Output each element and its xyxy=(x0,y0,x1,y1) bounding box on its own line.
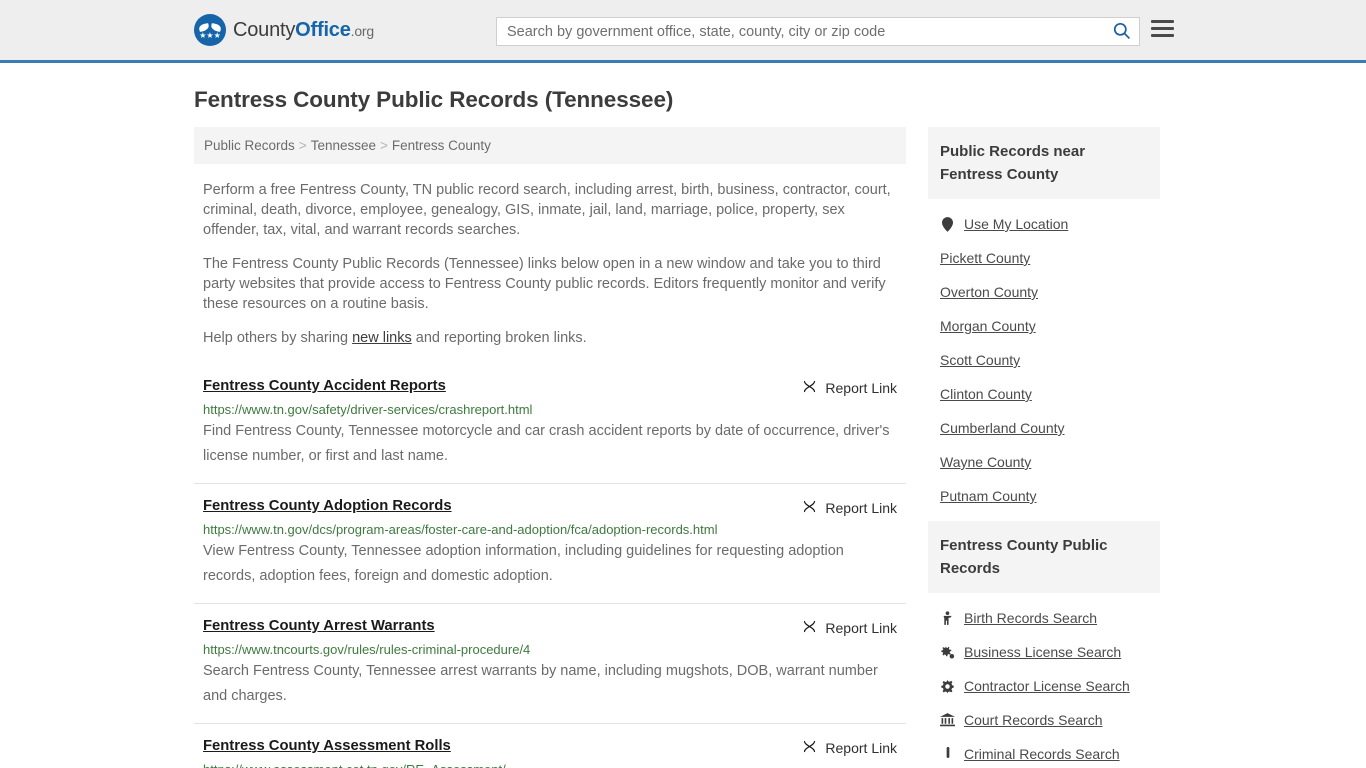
search-bar[interactable] xyxy=(496,17,1140,46)
results-list: Fentress County Accident Reports Report … xyxy=(194,368,906,768)
result-item: Fentress County Accident Reports Report … xyxy=(194,368,906,483)
sidebar-link-scott-county[interactable]: Scott County xyxy=(940,352,1020,368)
report-link-label: Report Link xyxy=(825,380,897,396)
sidebar-item-cumberland-county[interactable]: Cumberland County xyxy=(928,411,1160,445)
main-content: Public Records > Tennessee > Fentress County… xyxy=(194,127,906,768)
result-title-link[interactable]: Fentress County Arrest Warrants xyxy=(203,618,435,634)
sidebar-item-court-records-search[interactable]: Court Records Search xyxy=(928,703,1160,737)
intro-p3-after: and reporting broken links. xyxy=(411,330,587,346)
logo-text-org: .org xyxy=(350,22,375,39)
sidebar-item-clinton-county[interactable]: Clinton County xyxy=(928,377,1160,411)
breadcrumb-item-tennessee[interactable]: Tennessee xyxy=(311,138,376,153)
site-header: ★★★ CountyOffice.org xyxy=(0,0,1366,63)
new-links-link[interactable]: new links xyxy=(352,330,412,346)
search-icon xyxy=(1112,21,1131,43)
intro-paragraph-3: Help others by sharing new links and rep… xyxy=(194,328,906,348)
report-link-label: Report Link xyxy=(825,500,897,516)
result-description: Search Fentress County, Tennessee arrest… xyxy=(203,663,878,704)
sidebar-link-cumberland-county[interactable]: Cumberland County xyxy=(940,420,1065,436)
hamburger-menu-icon[interactable] xyxy=(1151,20,1174,37)
breadcrumb: Public Records > Tennessee > Fentress County xyxy=(194,127,906,164)
sidebar: Public Records near Fentress County Use … xyxy=(928,127,1160,768)
sidebar-item-overton-county[interactable]: Overton County xyxy=(928,275,1160,309)
result-item: Fentress County Arrest Warrants Report L… xyxy=(194,603,906,723)
page-title: Fentress County Public Records (Tennesse… xyxy=(194,87,674,112)
sidebar-link-pickett-county[interactable]: Pickett County xyxy=(940,250,1030,266)
location-pin-icon xyxy=(940,216,955,232)
logo-stars: ★★★ xyxy=(199,30,221,40)
sidebar-item-scott-county[interactable]: Scott County xyxy=(928,343,1160,377)
broken-link-icon xyxy=(802,619,817,637)
report-link-label: Report Link xyxy=(825,740,897,756)
intro-paragraph-2: The Fentress County Public Records (Tenn… xyxy=(203,256,886,312)
breadcrumb-item-fentress-county[interactable]: Fentress County xyxy=(392,138,491,153)
result-item: Fentress County Assessment Rolls Report … xyxy=(194,723,906,768)
sidebar-item-use-my-location[interactable]: Use My Location xyxy=(928,207,1160,241)
report-link-button[interactable]: Report Link xyxy=(802,498,897,517)
result-title-link[interactable]: Fentress County Adoption Records xyxy=(203,498,452,514)
search-button[interactable] xyxy=(1103,18,1139,45)
page-container: Fentress County Public Records (Tennesse… xyxy=(0,87,1366,768)
sidebar-link-criminal-records-search[interactable]: Criminal Records Search xyxy=(964,746,1120,762)
sidebar-item-business-license-search[interactable]: Business License Search xyxy=(928,635,1160,669)
sidebar-link-use-my-location[interactable]: Use My Location xyxy=(964,216,1068,232)
search-input[interactable] xyxy=(497,18,1103,45)
broken-link-icon xyxy=(802,499,817,517)
gear-icon xyxy=(940,679,955,694)
sidebar-link-business-license-search[interactable]: Business License Search xyxy=(964,644,1121,660)
report-link-button[interactable]: Report Link xyxy=(802,618,897,637)
intro-text: Perform a free Fentress County, TN publi… xyxy=(194,180,906,348)
report-link-button[interactable]: Report Link xyxy=(802,378,897,397)
sidebar-item-putnam-county[interactable]: Putnam County xyxy=(928,479,1160,513)
intro-paragraph-1: Perform a free Fentress County, TN publi… xyxy=(203,182,891,238)
breadcrumb-item-public-records[interactable]: Public Records xyxy=(204,138,295,153)
broken-link-icon xyxy=(802,739,817,757)
sidebar-records-header: Fentress County Public Records xyxy=(928,521,1160,593)
report-link-label: Report Link xyxy=(825,620,897,636)
sidebar-item-contractor-license-search[interactable]: Contractor License Search xyxy=(928,669,1160,703)
sidebar-link-putnam-county[interactable]: Putnam County xyxy=(940,488,1037,504)
logo-text: CountyOffice.org xyxy=(233,19,374,42)
result-url: https://www.tn.gov/dcs/program-areas/fos… xyxy=(203,522,718,537)
sidebar-item-morgan-county[interactable]: Morgan County xyxy=(928,309,1160,343)
sidebar-records-box: Fentress County Public Records Birth Rec… xyxy=(928,521,1160,768)
breadcrumb-separator: > xyxy=(380,138,388,153)
sidebar-link-contractor-license-search[interactable]: Contractor License Search xyxy=(964,678,1130,694)
result-url: https://www.assessment.cot.tn.gov/RE_Ass… xyxy=(203,762,897,768)
sidebar-item-pickett-county[interactable]: Pickett County xyxy=(928,241,1160,275)
result-url: https://www.tn.gov/safety/driver-service… xyxy=(203,402,533,417)
sidebar-link-court-records-search[interactable]: Court Records Search xyxy=(964,712,1103,728)
sidebar-nearby-box: Public Records near Fentress County Use … xyxy=(928,127,1160,513)
result-description: Find Fentress County, Tennessee motorcyc… xyxy=(203,423,890,464)
courthouse-icon xyxy=(940,713,955,727)
logo-text-county: County xyxy=(233,18,296,41)
logo-text-office: Office xyxy=(295,18,351,41)
report-link-button[interactable]: Report Link xyxy=(802,738,897,757)
result-title-link[interactable]: Fentress County Assessment Rolls xyxy=(203,738,451,754)
sidebar-item-criminal-records-search[interactable]: Criminal Records Search xyxy=(928,737,1160,768)
result-title-link[interactable]: Fentress County Accident Reports xyxy=(203,378,446,394)
broken-link-icon xyxy=(802,379,817,397)
fingerprint-icon xyxy=(940,746,955,762)
sidebar-link-morgan-county[interactable]: Morgan County xyxy=(940,318,1036,334)
breadcrumb-separator: > xyxy=(298,138,307,153)
sidebar-item-wayne-county[interactable]: Wayne County xyxy=(928,445,1160,479)
sidebar-link-clinton-county[interactable]: Clinton County xyxy=(940,386,1032,402)
result-description: View Fentress County, Tennessee adoption… xyxy=(203,543,844,584)
result-item: Fentress County Adoption Records Report … xyxy=(194,483,906,603)
result-url: https://www.tncourts.gov/rules/rules-cri… xyxy=(203,642,531,657)
eagle-logo-icon: ★★★ xyxy=(194,14,226,46)
sidebar-link-wayne-county[interactable]: Wayne County xyxy=(940,454,1031,470)
sidebar-link-birth-records-search[interactable]: Birth Records Search xyxy=(964,610,1097,626)
gears-icon xyxy=(940,645,955,660)
site-logo[interactable]: ★★★ CountyOffice.org xyxy=(194,14,374,46)
sidebar-nearby-header: Public Records near Fentress County xyxy=(928,127,1160,199)
sidebar-item-birth-records-search[interactable]: Birth Records Search xyxy=(928,601,1160,635)
intro-p3-before: Help others by sharing xyxy=(203,330,353,346)
baby-icon xyxy=(940,610,955,626)
sidebar-link-overton-county[interactable]: Overton County xyxy=(940,284,1038,300)
